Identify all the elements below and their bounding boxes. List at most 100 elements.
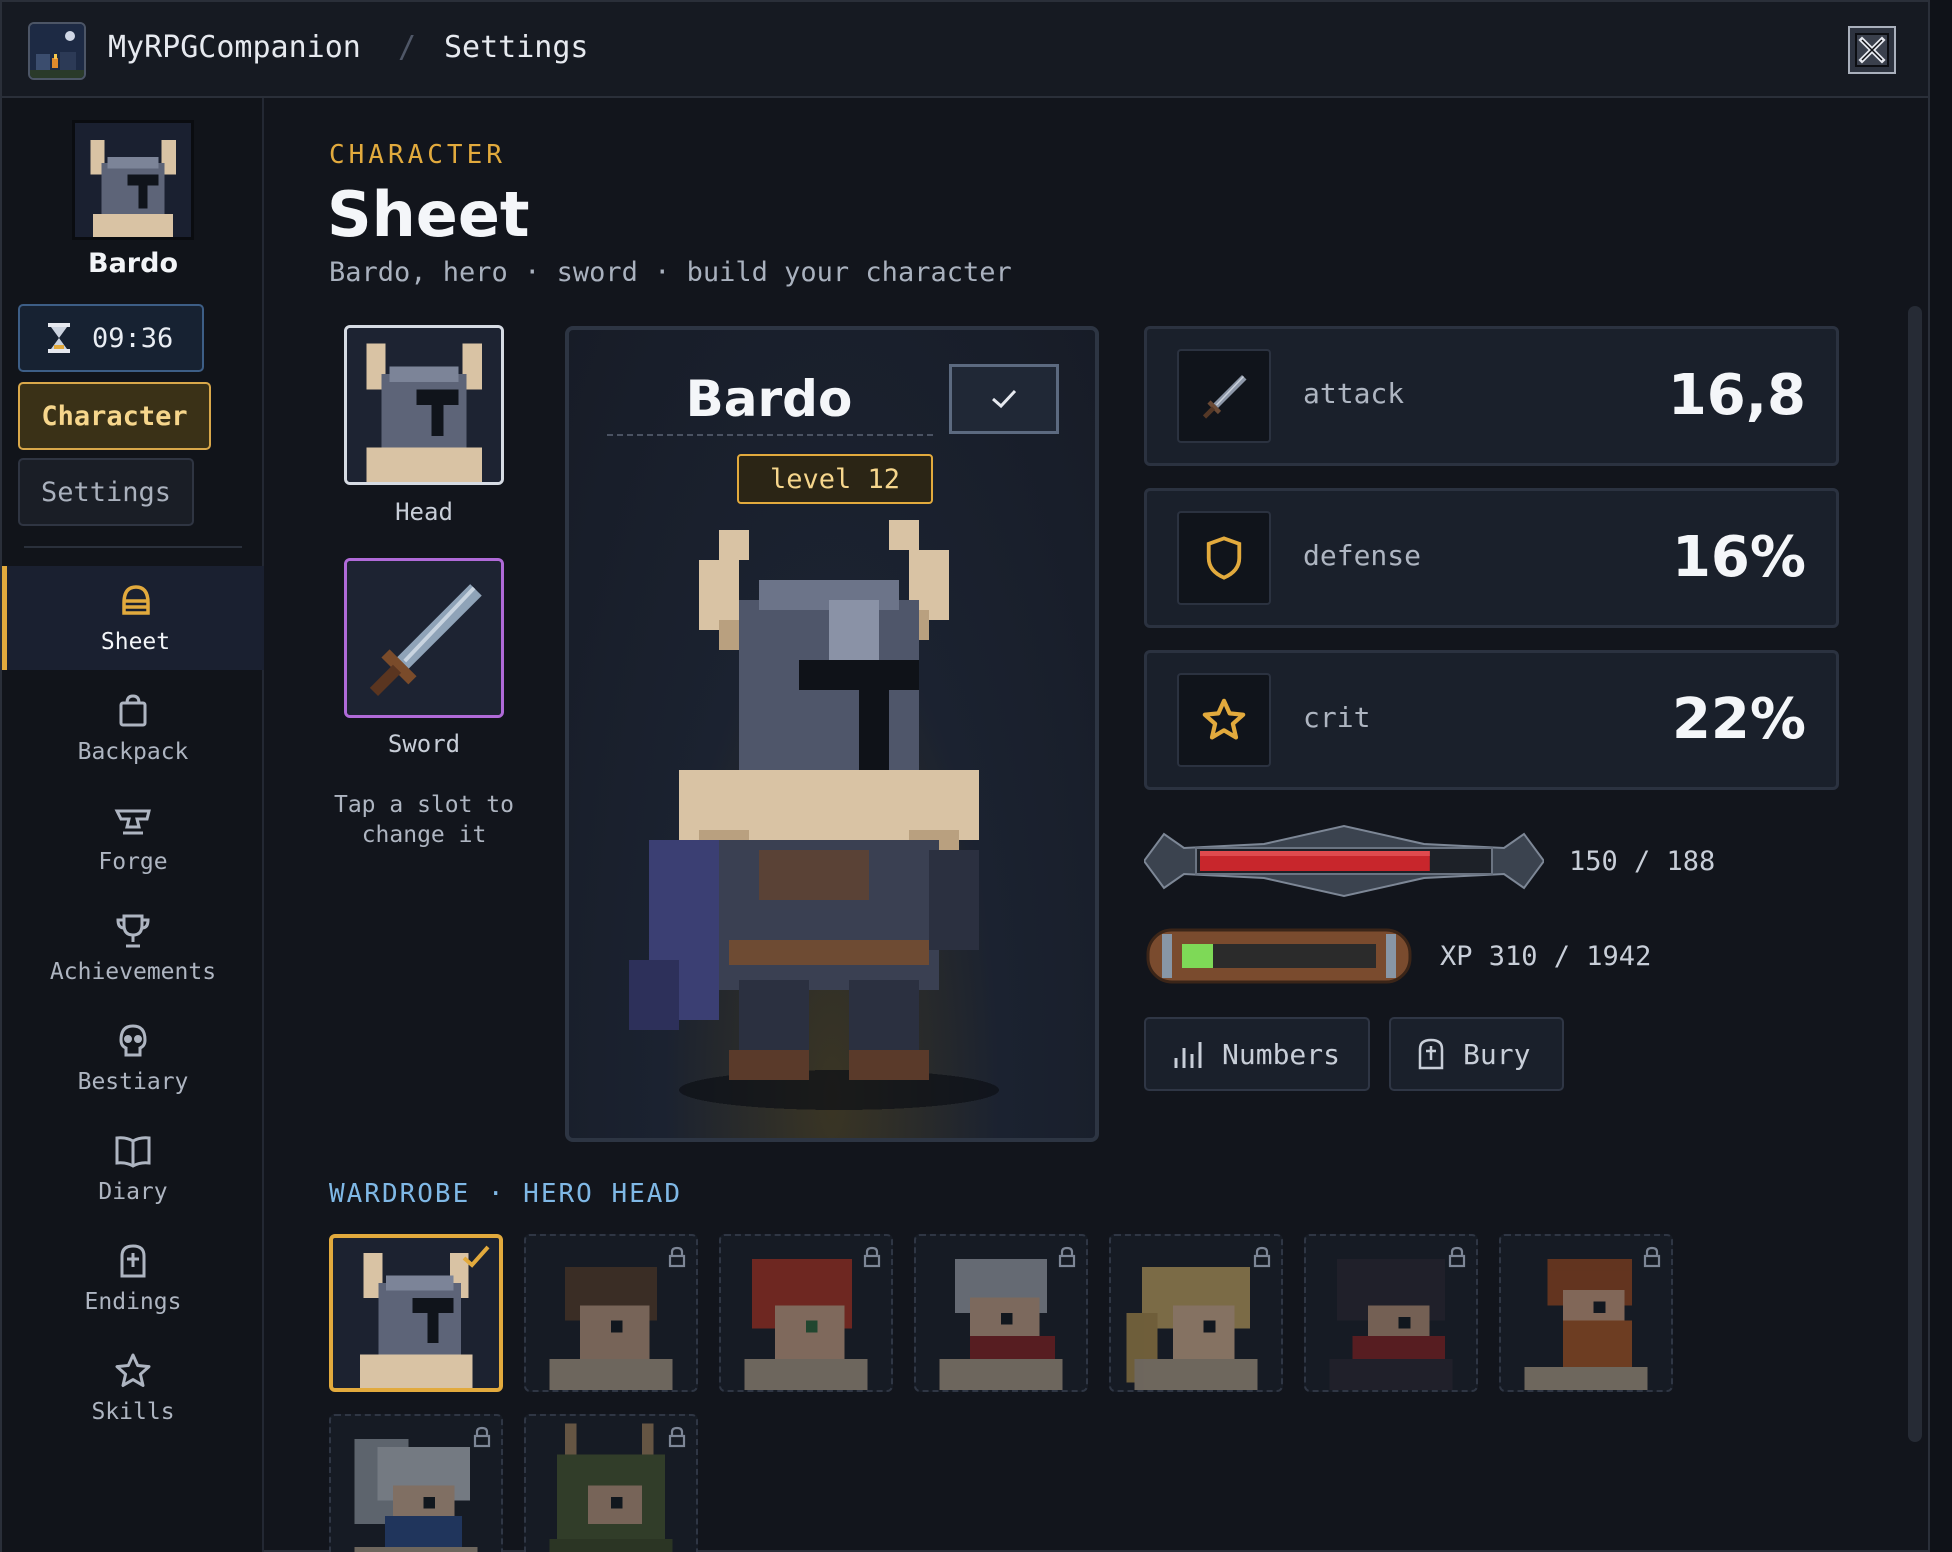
stat-value: 22% [1671, 687, 1806, 752]
timer-value: 09:36 [92, 322, 174, 354]
sidebar-item-label: Backpack [77, 739, 189, 765]
wardrobe-item-ginger-beard[interactable] [1499, 1234, 1673, 1392]
sidebar-item-label: Achievements [49, 959, 217, 985]
gravestone-icon [1418, 1038, 1444, 1070]
stat-label: crit [1303, 701, 1371, 734]
hero-sprite [629, 520, 999, 1110]
wardrobe-item-horned-helmet[interactable] [329, 1234, 503, 1392]
stat-card-defense: defense 16% [1144, 488, 1839, 628]
breadcrumb-separator: / [398, 30, 417, 65]
sidebar-item-label: Diary [98, 1179, 168, 1205]
wardrobe-item-red-hair[interactable] [719, 1234, 893, 1392]
trophy-icon [116, 914, 150, 948]
wardrobe-item-grey-hair-scarf[interactable] [914, 1234, 1088, 1392]
wardrobe-title: WARDROBE · HERO HEAD [329, 1179, 683, 1209]
star-icon [115, 1353, 151, 1387]
helmet-icon [121, 585, 150, 615]
health-text: 150 / 188 [1569, 846, 1716, 877]
lock-icon [1058, 1246, 1076, 1268]
character-name: Bardo [88, 248, 178, 279]
lock-icon [668, 1426, 686, 1448]
sidebar-item-label: Forge [98, 849, 168, 875]
app-logo-icon [28, 22, 86, 80]
section-eyebrow: CHARACTER [329, 140, 506, 170]
sidebar-item-backpack[interactable]: Backpack [2, 676, 264, 780]
stat-value: 16% [1671, 525, 1806, 590]
stat-card-attack: attack 16,8 [1144, 326, 1839, 466]
sidebar-item-sheet[interactable]: Sheet [2, 566, 264, 670]
star-icon [1177, 673, 1271, 767]
sword-slot-label: Sword [387, 730, 461, 758]
wardrobe-item-dark-hair-scarf[interactable] [1304, 1234, 1478, 1392]
stat-value: 16,8 [1667, 363, 1806, 428]
hero-name-underline [607, 434, 933, 436]
xp-bar [1146, 928, 1412, 984]
sidebar-item-achievements[interactable]: Achievements [2, 896, 264, 1000]
breadcrumb-app[interactable]: MyRPGCompanion [108, 30, 361, 65]
selected-check-icon [462, 1245, 490, 1268]
sidebar-divider [24, 546, 242, 548]
scrollbar[interactable] [1908, 306, 1922, 1442]
sword-item-icon [347, 561, 501, 715]
sword-icon [1177, 349, 1271, 443]
page-title: Sheet [327, 178, 530, 251]
check-icon [992, 389, 1017, 409]
gravestone-icon [120, 1244, 146, 1278]
wardrobe-item-blonde-hair[interactable] [1109, 1234, 1283, 1392]
lock-icon [1253, 1246, 1271, 1268]
timer-display: 09:36 [18, 304, 204, 372]
hourglass-icon [48, 323, 70, 353]
sidebar-item-diary[interactable]: Diary [2, 1116, 264, 1220]
hero-card: Bardo level 12 [565, 326, 1099, 1142]
close-icon [1855, 33, 1889, 67]
shield-icon [1177, 511, 1271, 605]
book-icon [115, 1136, 151, 1168]
bury-button[interactable]: Bury [1389, 1017, 1564, 1091]
numbers-button[interactable]: Numbers [1144, 1017, 1370, 1091]
bar-chart-icon [1174, 1042, 1202, 1068]
sidebar-item-bestiary[interactable]: Bestiary [2, 1006, 264, 1110]
sidebar-item-skills[interactable]: Skills [2, 1336, 264, 1440]
close-button[interactable] [1848, 26, 1896, 74]
helmet-item-icon [347, 328, 501, 482]
sidebar-item-forge[interactable]: Forge [2, 786, 264, 890]
slot-hint: Tap a slot to change it [333, 792, 514, 848]
xp-text: XP 310 / 1942 [1440, 941, 1652, 972]
stat-label: defense [1303, 539, 1422, 572]
breadcrumb-page: Settings [444, 30, 589, 65]
sidebar: Bardo 09:36 Character Settings Sheet Bac… [2, 98, 264, 1552]
sidebar-item-label: Skills [91, 1399, 175, 1425]
wardrobe-item-brown-hair[interactable] [524, 1234, 698, 1392]
settings-button[interactable]: Settings [18, 458, 194, 526]
hero-name: Bardo [685, 370, 853, 428]
skull-icon [119, 1024, 147, 1057]
lock-icon [668, 1246, 686, 1268]
character-button[interactable]: Character [18, 382, 211, 450]
wardrobe-item-silver-hair-mask[interactable] [329, 1414, 503, 1552]
sword-slot[interactable] [344, 558, 504, 718]
sidebar-item-endings[interactable]: Endings [2, 1226, 264, 1330]
bury-button-label: Bury [1463, 1037, 1531, 1071]
title-bar: MyRPGCompanion / Settings [2, 2, 1928, 98]
sidebar-item-label: Endings [84, 1289, 182, 1315]
confirm-button[interactable] [949, 364, 1059, 434]
stat-card-crit: crit 22% [1144, 650, 1839, 790]
wardrobe-item-antler-hood[interactable] [524, 1414, 698, 1552]
level-badge: level 12 [737, 454, 933, 504]
head-slot-label: Head [395, 498, 453, 526]
page-subtitle: Bardo, hero · sword · build your charact… [329, 257, 1012, 288]
health-bar [1144, 824, 1544, 898]
head-slot[interactable] [344, 325, 504, 485]
stat-label: attack [1303, 377, 1405, 410]
lock-icon [1448, 1246, 1466, 1268]
app-window: MyRPGCompanion / Settings Bardo 09:36 Ch… [0, 0, 1930, 1552]
lock-icon [1643, 1246, 1661, 1268]
avatar[interactable] [72, 120, 194, 240]
lock-icon [473, 1426, 491, 1448]
backpack-icon [119, 694, 147, 727]
anvil-icon [114, 809, 151, 835]
lock-icon [863, 1246, 881, 1268]
sidebar-item-label: Sheet [100, 629, 171, 655]
numbers-button-label: Numbers [1222, 1037, 1341, 1071]
sidebar-item-label: Bestiary [77, 1069, 189, 1095]
